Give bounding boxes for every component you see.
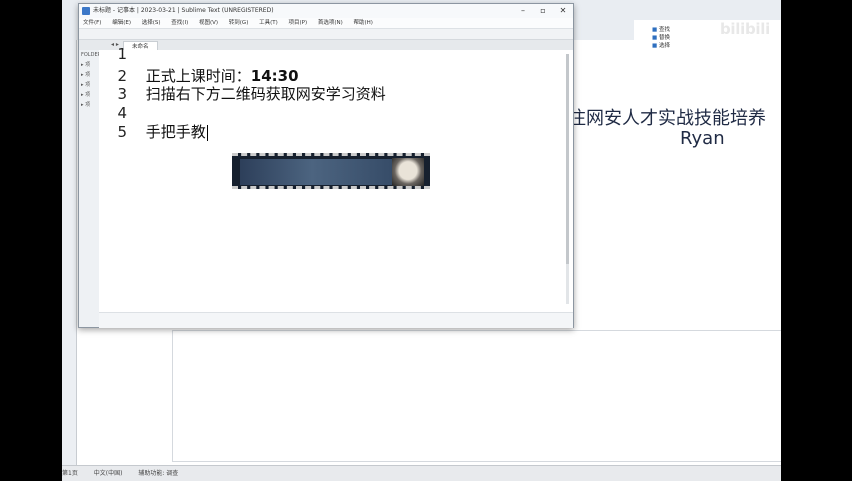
right-panel-commands: 查找 替换 选择 xyxy=(652,26,670,50)
line-text: 正式上课时间： xyxy=(145,67,251,85)
editor-statusbar xyxy=(99,312,573,328)
menu-find[interactable]: 查找(I) xyxy=(171,20,188,26)
slide-canvas xyxy=(172,330,781,462)
line-number: 5 xyxy=(117,123,127,141)
line-text: 扫描右下方二维码获取网安学习资料 xyxy=(145,85,386,103)
folders-sidebar: FOLDERS ▸ 项 ▸ 项 ▸ 项 ▸ 项 ▸ 项 xyxy=(79,50,105,327)
video-filmstrip xyxy=(232,153,430,189)
toolbar xyxy=(79,29,573,40)
scroll-thumb[interactable] xyxy=(566,54,569,264)
menu-project[interactable]: 项目(P) xyxy=(289,20,308,26)
editor-line-2: 2 正式上课时间：14:30 xyxy=(99,66,299,86)
slide-title: 注网安人才实战技能培养 xyxy=(568,108,766,129)
sidebar-item[interactable]: ▸ 项 xyxy=(79,60,99,70)
text-caret xyxy=(206,124,208,141)
find-command[interactable]: 查找 xyxy=(652,26,670,34)
menu-tools[interactable]: 工具(T) xyxy=(259,20,278,26)
editor-line-5: 5 手把手教 xyxy=(99,122,208,142)
status-lang: 中文(中国) xyxy=(93,470,123,477)
menu-file[interactable]: 文件(F) xyxy=(83,20,101,26)
line-number: 3 xyxy=(117,85,127,103)
menu-bar: 文件(F) 编辑(E) 选择(S) 查找(I) 视图(V) 转到(G) 工具(T… xyxy=(79,18,573,29)
menu-help[interactable]: 帮助(H) xyxy=(354,20,373,26)
menu-preferences[interactable]: 首选项(N) xyxy=(318,20,343,26)
vertical-scrollbar[interactable] xyxy=(566,54,569,304)
line-number: 1 xyxy=(117,45,127,63)
text-editor[interactable]: 1 2 正式上课时间：14:30 3 扫描右下方二维码获取网安学习资料 4 5 … xyxy=(99,45,573,312)
editor-line-4: 4 xyxy=(99,103,141,123)
letterbox-right xyxy=(781,0,852,480)
letterbox-left xyxy=(0,0,62,480)
editor-window: 未标题 - 记事本 | 2023-03-21 | Sublime Text (U… xyxy=(78,3,574,328)
line-number: 4 xyxy=(117,104,127,122)
window-titlebar[interactable]: 未标题 - 记事本 | 2023-03-21 | Sublime Text (U… xyxy=(79,4,573,18)
brand-watermark: bilibili xyxy=(720,20,770,38)
editor-line-3: 3 扫描右下方二维码获取网安学习资料 xyxy=(99,84,386,104)
menu-selection[interactable]: 选择(S) xyxy=(142,20,161,26)
slide-name: Ryan xyxy=(680,128,725,149)
window-title: 未标题 - 记事本 | 2023-03-21 | Sublime Text (U… xyxy=(93,7,274,14)
close-button[interactable]: ✕ xyxy=(553,4,573,18)
app-icon xyxy=(82,7,90,15)
sidebar-item[interactable]: ▸ 项 xyxy=(79,80,99,90)
sidebar-header: FOLDERS xyxy=(81,52,105,58)
sidebar-item[interactable]: ▸ 项 xyxy=(79,100,99,110)
sidebar-item[interactable]: ▸ 项 xyxy=(79,90,99,100)
select-command[interactable]: 选择 xyxy=(652,42,670,50)
line-number: 2 xyxy=(117,67,127,85)
sidebar-item[interactable]: ▸ 项 xyxy=(79,70,99,80)
menu-goto[interactable]: 转到(G) xyxy=(229,20,249,26)
cat-thumbnail xyxy=(392,158,424,186)
replace-command[interactable]: 替换 xyxy=(652,34,670,42)
status-accessibility[interactable]: 辅助功能: 调查 xyxy=(138,470,178,477)
status-page: 第1页 xyxy=(62,470,78,477)
editor-line-1: 1 xyxy=(99,44,141,64)
minimize-button[interactable]: – xyxy=(513,4,533,18)
menu-view[interactable]: 视图(V) xyxy=(199,20,218,26)
app-statusbar: 第1页 中文(中国) 辅助功能: 调查 xyxy=(62,465,781,481)
line-text: 手把手教 xyxy=(145,123,206,141)
menu-edit[interactable]: 编辑(E) xyxy=(112,20,131,26)
class-time: 14:30 xyxy=(250,67,299,85)
maximize-button[interactable]: ▫ xyxy=(533,4,553,18)
row-gutter xyxy=(62,40,77,470)
